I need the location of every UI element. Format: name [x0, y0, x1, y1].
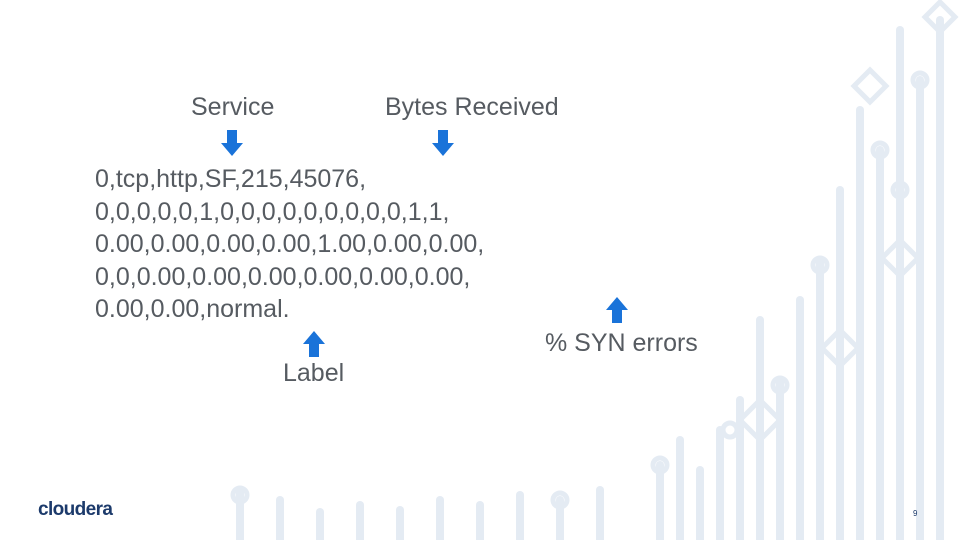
service-label: Service — [191, 93, 275, 121]
record-line: 0,tcp,http,SF,215,45076, — [95, 165, 367, 193]
cloudera-logo: cloudera — [38, 499, 113, 520]
record-line: 0,0,0.00,0.00,0.00,0.00,0.00,0.00, — [95, 262, 471, 291]
arrow-down-icon — [221, 130, 243, 156]
record-line: 0.00,0.00,0.00,0.00,1.00,0.00,0.00, — [95, 230, 485, 258]
record-line: 0,0,0,0,0,1,0,0,0,0,0,0,0,0,0,1,1, — [95, 197, 450, 226]
record-line: 0.00,0.00,normal. — [95, 295, 290, 323]
connection-record: 0,tcp,http,SF,215,45076, 0,0,0,0,0,1,0,0… — [95, 163, 484, 326]
label-label: Label — [283, 359, 345, 387]
bytes-received-label: Bytes Received — [385, 93, 559, 121]
page-number: 9 — [913, 509, 918, 518]
arrow-up-icon — [303, 331, 325, 357]
syn-errors-label: % SYN errors — [545, 329, 698, 357]
slide: Service Bytes Received 0,tcp,http,SF,215… — [0, 0, 960, 540]
arrow-up-icon — [606, 297, 628, 323]
arrow-down-icon — [432, 130, 454, 156]
